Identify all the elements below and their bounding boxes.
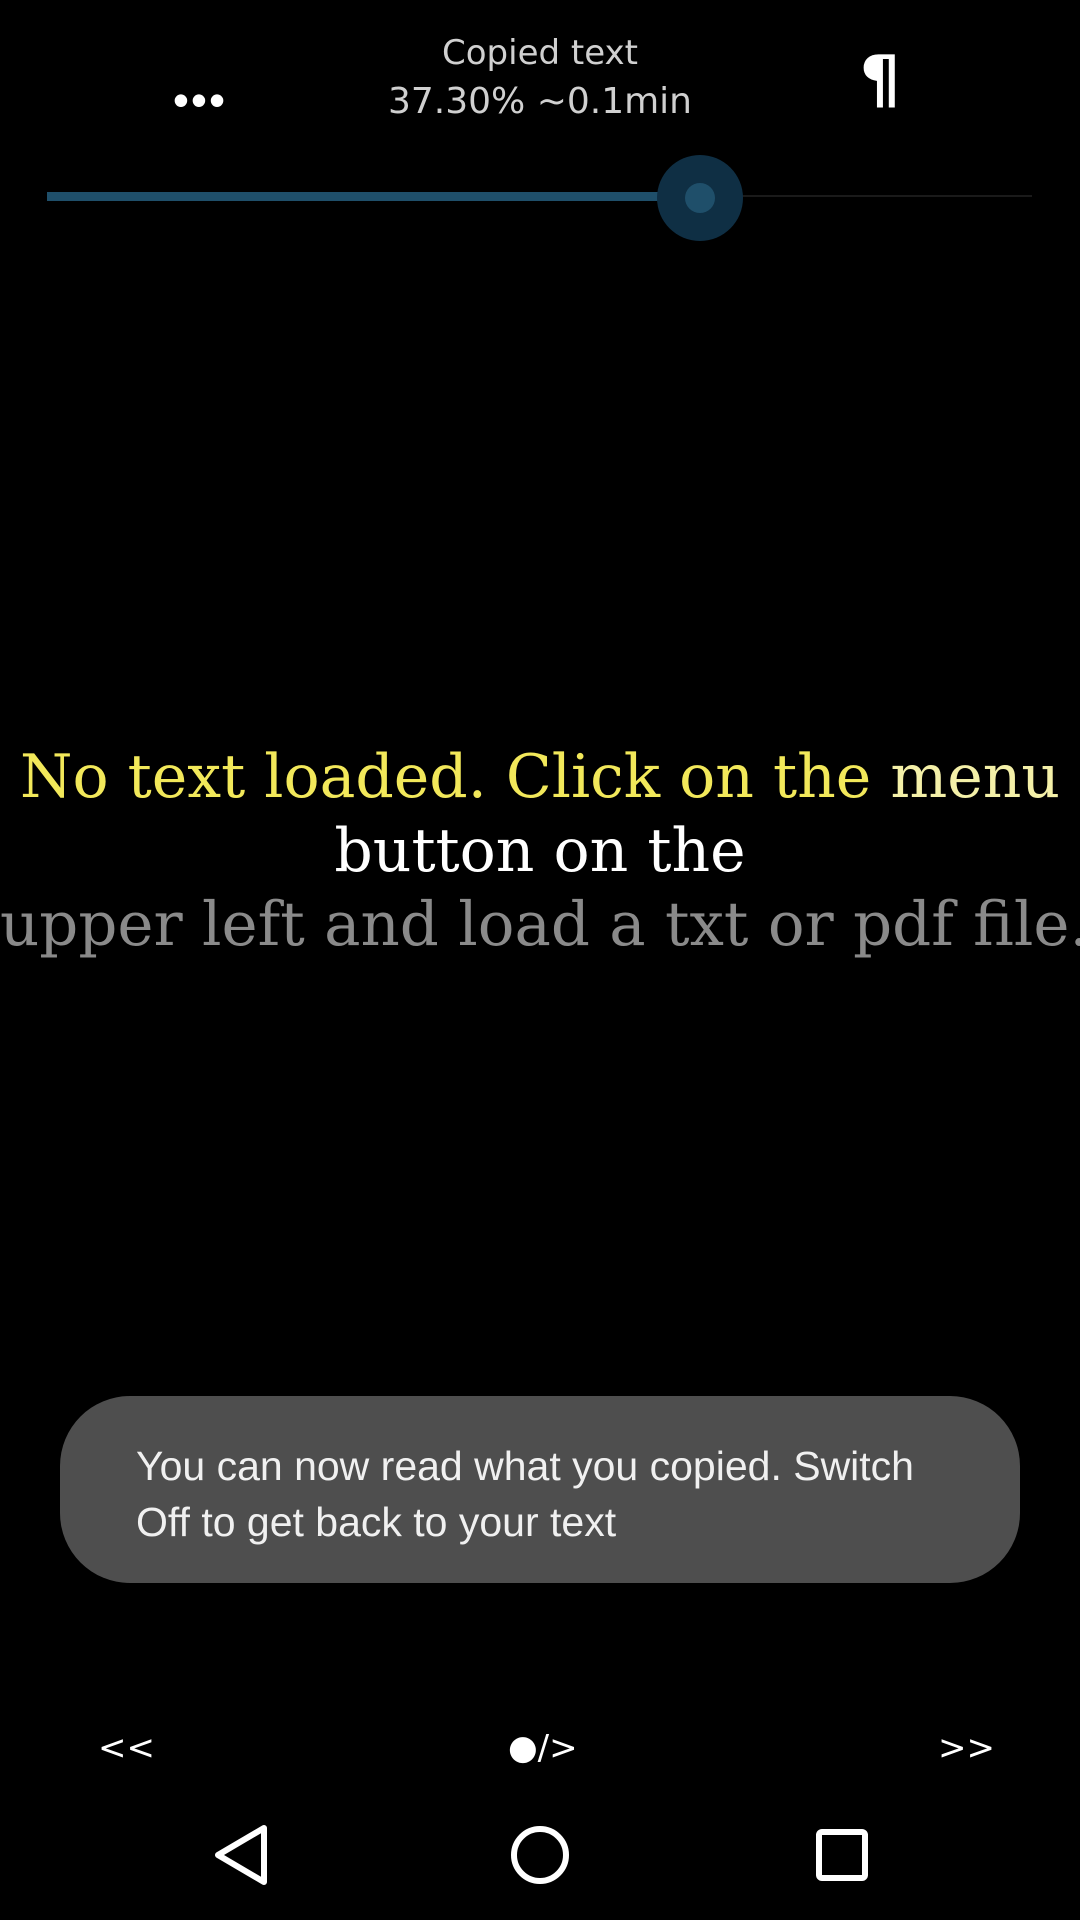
circle-home-icon [511,1826,569,1884]
reading-line-1-highlight: No text loaded. Click on the [19,742,872,812]
play-pause-button[interactable]: ●/> [508,1728,578,1768]
more-dots-icon: ••• [172,74,228,126]
slider-fill [47,192,699,201]
rewind-button[interactable]: << [98,1728,155,1768]
nav-back-button[interactable] [210,1822,270,1893]
title-block: Copied text 37.30% ~0.1min [290,26,790,124]
paragraph-button[interactable]: ¶ [845,40,915,120]
toast-text: You can now read what you copied. Switch… [136,1443,914,1545]
toast-message: You can now read what you copied. Switch… [60,1396,1020,1583]
reading-line-2: button on the [334,816,746,886]
slider-thumb[interactable] [685,183,715,213]
progress-slider[interactable] [47,150,1032,245]
nav-recents-button[interactable] [812,1822,872,1893]
reading-text: No text loaded. Click on the menu button… [0,740,1080,962]
pilcrow-icon: ¶ [859,43,901,117]
triangle-back-icon [215,1825,267,1885]
page-title: Copied text [442,33,638,73]
top-bar: ••• Copied text 37.30% ~0.1min ¶ [0,0,1080,150]
progress-info: 37.30% ~0.1min [387,81,692,122]
reading-line-1-fade: menu [871,742,1061,812]
nav-home-button[interactable] [510,1822,570,1893]
forward-button[interactable]: >> [938,1728,995,1768]
system-nav-bar [0,1800,1080,1920]
playback-controls: << ●/> >> [0,1720,1080,1780]
reading-line-3: upper left and load a txt or pdf file. [0,889,1080,960]
reading-line-1: No text loaded. Click on the menu [0,740,1080,814]
square-recents-icon [816,1829,868,1881]
menu-button[interactable]: ••• [160,60,240,140]
